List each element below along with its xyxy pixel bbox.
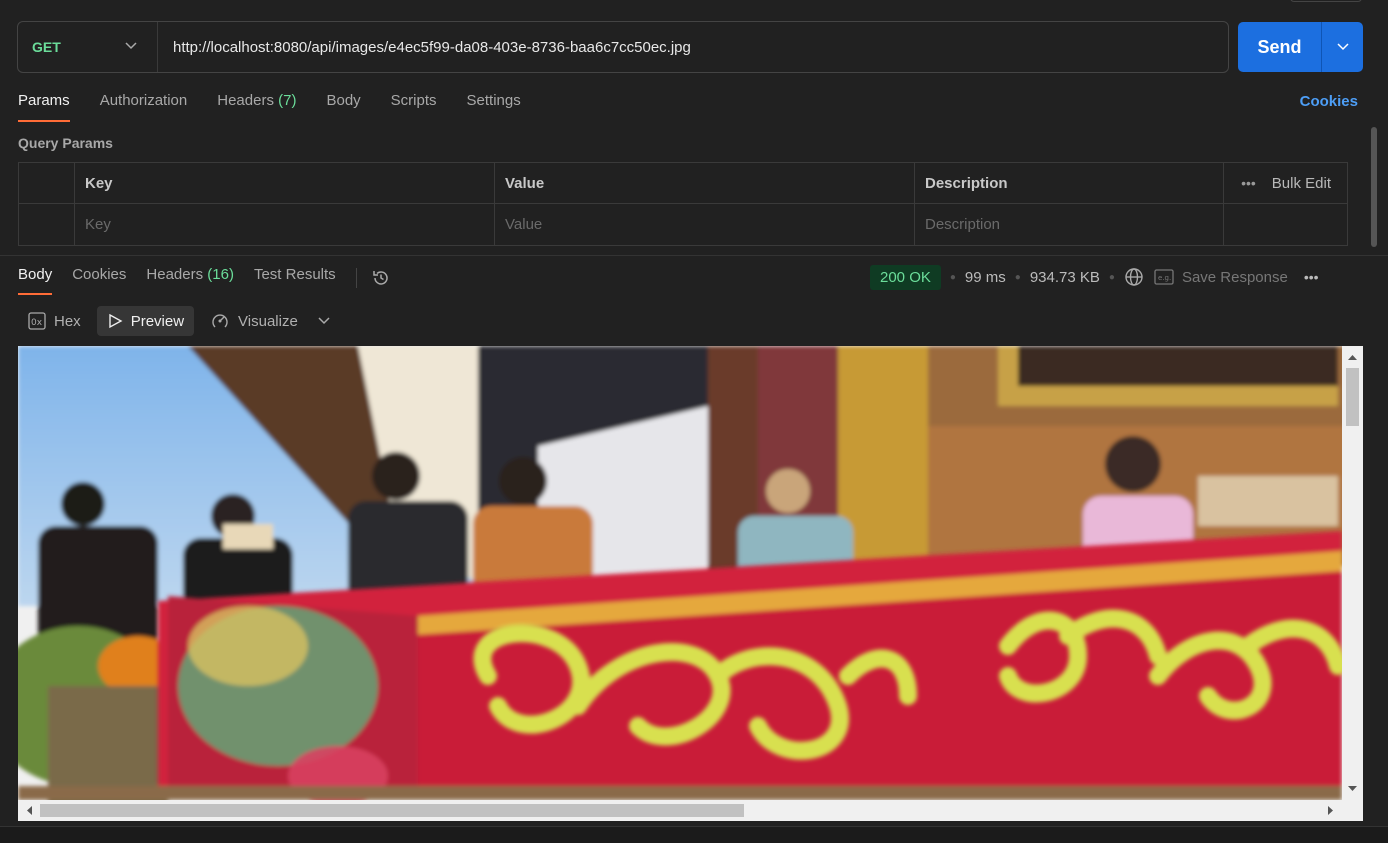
tab-separator [355, 268, 357, 288]
empty-cell [1224, 204, 1347, 245]
method-label: GET [32, 39, 61, 55]
request-tabs: Params Authorization Headers (7) Body Sc… [18, 92, 551, 122]
bulk-edit-button[interactable]: Bulk Edit [1272, 175, 1331, 192]
table-header-row: Key Value Description ••• Bulk Edit [19, 163, 1347, 204]
svg-text:e.g.: e.g. [1158, 274, 1171, 282]
tab-scripts[interactable]: Scripts [391, 92, 437, 122]
method-select[interactable]: GET [18, 22, 158, 72]
tab-response-cookies[interactable]: Cookies [72, 266, 126, 296]
checkbox-column [19, 163, 75, 203]
tab-response-headers[interactable]: Headers (16) [146, 266, 234, 296]
visualize-label: Visualize [238, 312, 298, 330]
bulk-edit-cell: ••• Bulk Edit [1224, 163, 1347, 203]
send-button[interactable]: Send [1238, 22, 1322, 72]
value-input[interactable]: Value [495, 204, 915, 245]
preview-label: Preview [130, 312, 185, 330]
separator-dot: ● [1108, 271, 1115, 283]
description-input[interactable]: Description [915, 204, 1224, 245]
hex-label: Hex [54, 312, 81, 330]
top-button-stub [1290, 0, 1362, 2]
table-row: Key Value Description [19, 204, 1347, 245]
hex-button[interactable]: 0x Hex [18, 306, 91, 336]
query-params-table: Key Value Description ••• Bulk Edit Key … [18, 162, 1348, 246]
chevron-down-icon [125, 42, 137, 50]
vertical-scroll-thumb[interactable] [1346, 368, 1359, 426]
pane-divider[interactable] [0, 255, 1388, 256]
request-pane-scrollbar[interactable] [1371, 127, 1377, 247]
save-response-label: Save Response [1181, 268, 1288, 286]
scroll-left-arrow-icon[interactable] [20, 800, 38, 821]
response-size[interactable]: 934.73 KB [1030, 269, 1100, 286]
more-options-icon[interactable]: ••• [1304, 269, 1319, 285]
url-bar: GET http://localhost:8080/api/images/e4e… [17, 21, 1229, 73]
response-meta: 200 OK ● 99 ms ● 934.73 KB ● e.g. Save R… [870, 264, 1319, 290]
tab-body[interactable]: Body [326, 92, 360, 122]
tab-headers-label: Headers [217, 92, 274, 109]
key-input[interactable]: Key [75, 204, 495, 245]
image-scene [18, 346, 1342, 800]
scroll-up-arrow-icon[interactable] [1342, 348, 1363, 366]
chevron-down-icon [1336, 43, 1349, 51]
scroll-right-arrow-icon[interactable] [1322, 800, 1340, 821]
response-time[interactable]: 99 ms [965, 269, 1006, 286]
tab-params[interactable]: Params [18, 92, 70, 122]
chevron-down-icon[interactable] [318, 317, 330, 325]
value-header: Value [495, 163, 915, 203]
tab-authorization[interactable]: Authorization [100, 92, 188, 122]
tab-response-headers-label: Headers [146, 266, 204, 283]
url-input[interactable]: http://localhost:8080/api/images/e4ec5f9… [158, 39, 1228, 56]
preview-horizontal-scrollbar[interactable] [18, 800, 1342, 821]
headers-count: (7) [278, 92, 297, 109]
send-button-group: Send [1238, 22, 1363, 72]
horizontal-scroll-thumb[interactable] [40, 804, 744, 817]
hex-icon: 0x [28, 312, 46, 330]
more-icon[interactable]: ••• [1241, 175, 1256, 191]
send-dropdown-button[interactable] [1322, 22, 1363, 72]
visualize-button[interactable]: Visualize [200, 306, 308, 336]
history-icon[interactable] [371, 268, 391, 288]
row-checkbox-cell [19, 204, 75, 245]
svg-text:0x: 0x [31, 318, 43, 328]
cookies-link[interactable]: Cookies [1300, 93, 1358, 110]
query-params-title: Query Params [18, 135, 113, 151]
body-view-toolbar: 0x Hex Preview Visualize [18, 306, 330, 336]
key-header: Key [75, 163, 495, 203]
globe-icon[interactable] [1124, 267, 1144, 287]
visualize-icon [212, 314, 228, 328]
tab-settings[interactable]: Settings [467, 92, 521, 122]
play-icon [108, 313, 123, 329]
description-header: Description [915, 163, 1224, 203]
separator-dot: ● [949, 271, 956, 283]
tab-response-body[interactable]: Body [18, 266, 53, 296]
response-headers-count: (16) [207, 266, 234, 283]
tab-test-results[interactable]: Test Results [254, 266, 336, 296]
status-bar [0, 826, 1388, 843]
save-response-button[interactable]: e.g. Save Response [1154, 269, 1288, 286]
status-badge[interactable]: 200 OK [870, 264, 941, 290]
preview-vertical-scrollbar[interactable] [1342, 346, 1363, 800]
separator-dot: ● [1014, 271, 1021, 283]
save-icon: e.g. [1154, 269, 1174, 285]
image-preview-frame [18, 346, 1363, 821]
response-tabs: Body Cookies Headers (16) Test Results [18, 266, 391, 296]
preview-button[interactable]: Preview [96, 306, 195, 336]
response-image [18, 346, 1342, 800]
scroll-down-arrow-icon[interactable] [1342, 780, 1363, 798]
tab-headers[interactable]: Headers (7) [217, 92, 296, 122]
